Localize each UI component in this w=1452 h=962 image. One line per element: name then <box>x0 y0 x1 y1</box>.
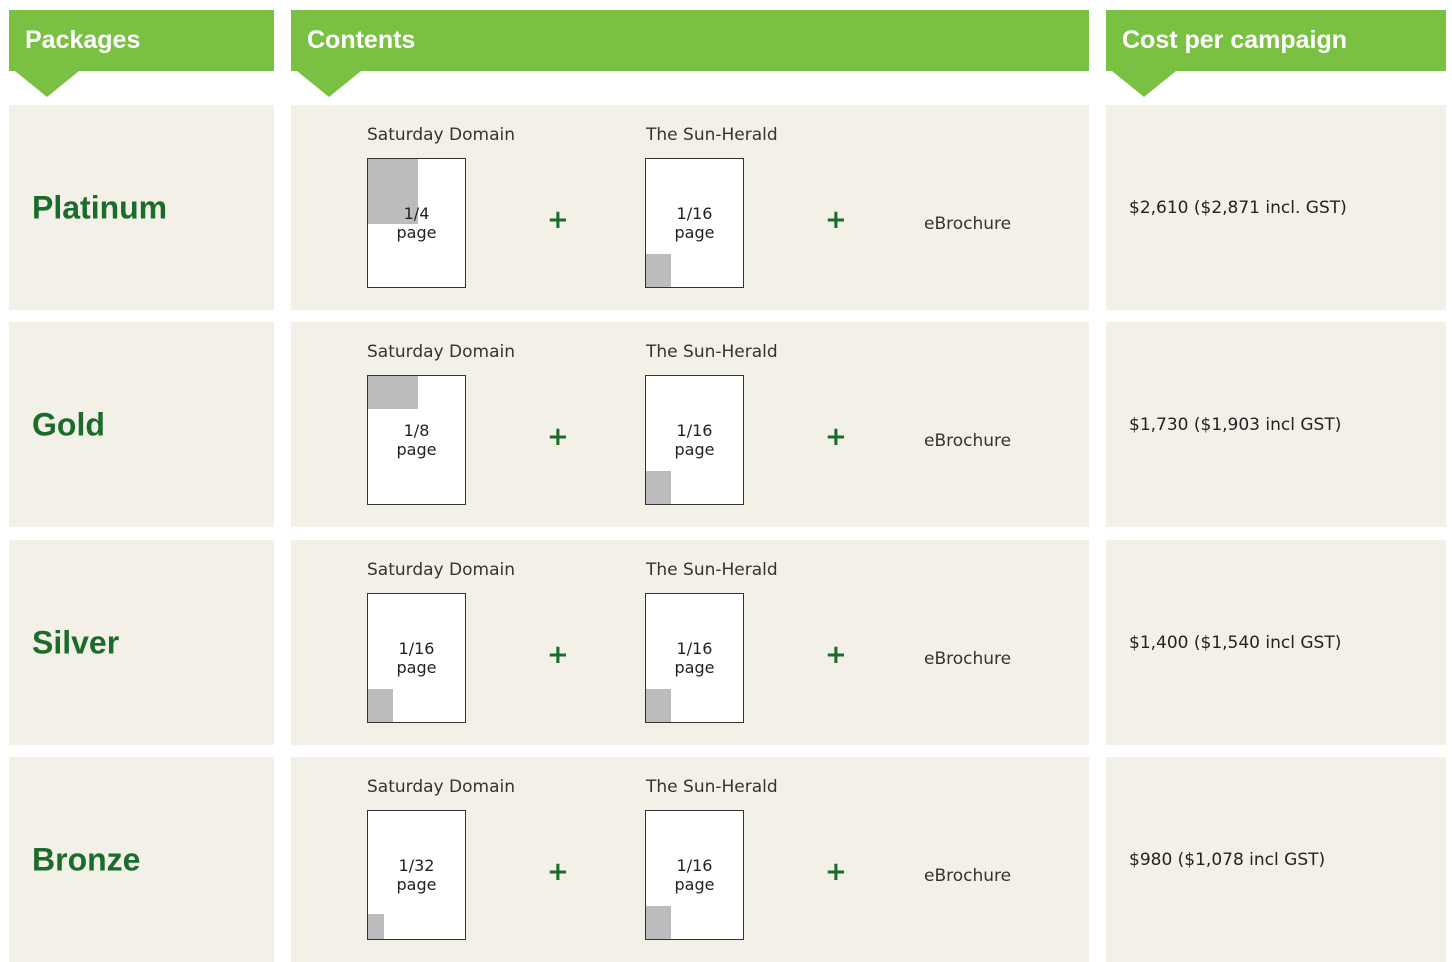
page-diagram: 1/16 page <box>645 810 744 940</box>
page-diagram: 1/16 page <box>645 593 744 723</box>
page-unit: page <box>674 223 715 242</box>
publication-label: Saturday Domain <box>367 560 515 580</box>
plus-icon: + <box>547 857 569 887</box>
plus-icon: + <box>547 640 569 670</box>
plus-icon: + <box>547 205 569 235</box>
publication-label: The Sun-Herald <box>646 125 778 145</box>
plus-icon: + <box>825 205 847 235</box>
ebrochure-label: eBrochure <box>924 866 1012 886</box>
cost-cell: $2,610 ($2,871 incl. GST) <box>1106 105 1446 310</box>
publication-label: Saturday Domain <box>367 777 515 797</box>
package-cell: Silver <box>9 540 274 745</box>
publication-label: The Sun-Herald <box>646 777 778 797</box>
publication-label: Saturday Domain <box>367 125 515 145</box>
ad-space-fill <box>368 914 384 939</box>
page-size-label: 1/8 page <box>368 421 465 459</box>
header-contents: Contents <box>291 10 1089 97</box>
ad-space-fill <box>646 906 671 939</box>
page-size-label: 1/16 page <box>368 639 465 677</box>
publication-label: The Sun-Herald <box>646 560 778 580</box>
page-size-label: 1/16 page <box>646 204 743 242</box>
ad-space-fill <box>368 689 393 722</box>
plus-icon: + <box>825 857 847 887</box>
cost-cell: $1,730 ($1,903 incl GST) <box>1106 322 1446 527</box>
package-name: Silver <box>32 624 120 660</box>
ebrochure-label: eBrochure <box>924 649 1012 669</box>
header-cost-label: Cost per campaign <box>1122 26 1348 54</box>
page-diagram: 1/32 page <box>367 810 466 940</box>
page-size-label: 1/32 page <box>368 856 465 894</box>
contents-cell: Saturday Domain 1/32 page + The Sun-Hera… <box>291 757 1089 962</box>
plus-icon: + <box>825 640 847 670</box>
header-cost: Cost per campaign <box>1106 10 1446 97</box>
package-cell: Platinum <box>9 105 274 310</box>
ebrochure-label: eBrochure <box>924 431 1012 451</box>
package-cell: Bronze <box>9 757 274 962</box>
cost-cell: $1,400 ($1,540 incl GST) <box>1106 540 1446 745</box>
page-unit: page <box>396 658 437 677</box>
cost-value: $980 ($1,078 incl GST) <box>1129 849 1326 870</box>
header-contents-label: Contents <box>307 26 416 54</box>
page-diagram: 1/16 page <box>645 158 744 288</box>
page-size-label: 1/16 page <box>646 421 743 459</box>
plus-icon: + <box>547 422 569 452</box>
header-packages: Packages <box>9 10 274 97</box>
page-fraction: 1/16 <box>676 639 713 658</box>
contents-cell: Saturday Domain 1/16 page + The Sun-Hera… <box>291 540 1089 745</box>
package-name: Bronze <box>32 841 141 877</box>
cost-cell: $980 ($1,078 incl GST) <box>1106 757 1446 962</box>
page-fraction: 1/4 <box>403 204 430 223</box>
page-diagram: 1/8 page <box>367 375 466 505</box>
contents-cell: Saturday Domain 1/8 page + The Sun-Heral… <box>291 322 1089 527</box>
page-size-label: 1/4 page <box>368 204 465 242</box>
plus-icon: + <box>825 422 847 452</box>
publication-label: The Sun-Herald <box>646 342 778 362</box>
package-cell: Gold <box>9 322 274 527</box>
contents-cell: Saturday Domain 1/4 page + The Sun-Heral… <box>291 105 1089 310</box>
page-size-label: 1/16 page <box>646 639 743 677</box>
ad-space-fill <box>368 376 418 409</box>
page-unit: page <box>674 658 715 677</box>
ad-space-fill <box>646 254 671 287</box>
page-fraction: 1/8 <box>403 421 430 440</box>
ad-space-fill <box>646 471 671 504</box>
ad-space-fill <box>646 689 671 722</box>
page-unit: page <box>396 223 437 242</box>
page-fraction: 1/16 <box>398 639 435 658</box>
page-diagram: 1/16 page <box>367 593 466 723</box>
cost-value: $1,400 ($1,540 incl GST) <box>1129 632 1342 653</box>
page-fraction: 1/16 <box>676 856 713 875</box>
page-fraction: 1/32 <box>398 856 435 875</box>
page-fraction: 1/16 <box>676 421 713 440</box>
cost-value: $1,730 ($1,903 incl GST) <box>1129 414 1342 435</box>
page-diagram: 1/16 page <box>645 375 744 505</box>
page-fraction: 1/16 <box>676 204 713 223</box>
page-diagram: 1/4 page <box>367 158 466 288</box>
package-name: Platinum <box>32 189 168 225</box>
package-name: Gold <box>32 406 105 442</box>
page-unit: page <box>396 875 437 894</box>
page-unit: page <box>674 440 715 459</box>
page-size-label: 1/16 page <box>646 856 743 894</box>
page-unit: page <box>396 440 437 459</box>
ebrochure-label: eBrochure <box>924 214 1012 234</box>
publication-label: Saturday Domain <box>367 342 515 362</box>
page-unit: page <box>674 875 715 894</box>
cost-value: $2,610 ($2,871 incl. GST) <box>1129 197 1347 218</box>
header-packages-label: Packages <box>25 26 141 54</box>
